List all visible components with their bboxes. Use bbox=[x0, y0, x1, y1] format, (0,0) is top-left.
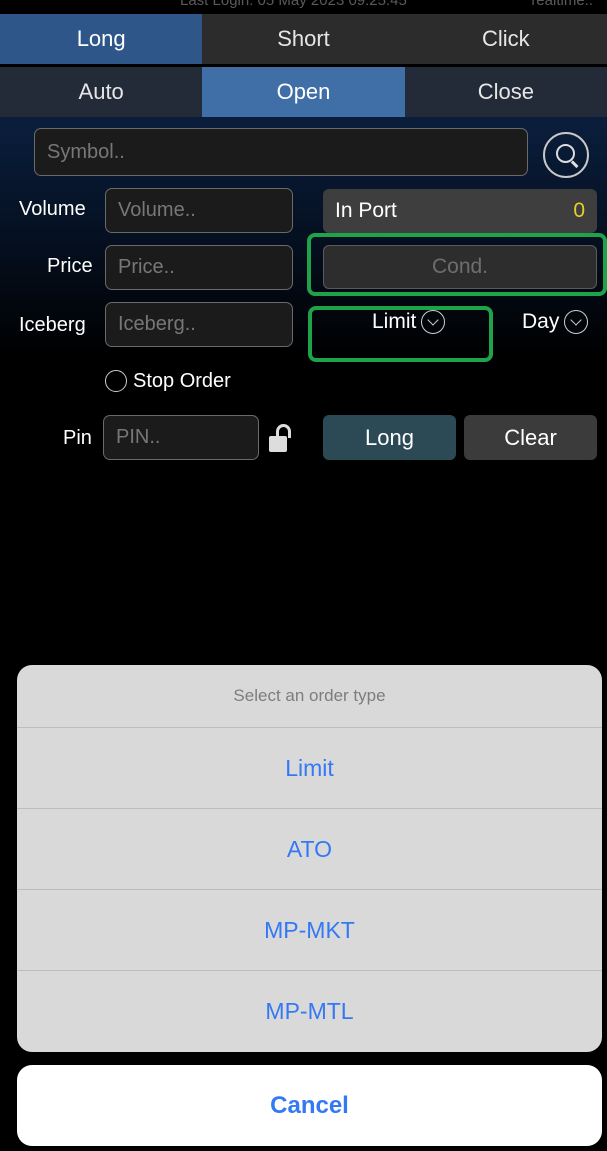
stop-order-label: Stop Order bbox=[133, 370, 231, 392]
tab-open[interactable]: Open bbox=[202, 67, 405, 117]
iceberg-input[interactable]: Iceberg.. bbox=[105, 302, 293, 347]
side-tab-bar: Long Short Click bbox=[0, 14, 607, 64]
tab-auto[interactable]: Auto bbox=[0, 67, 203, 117]
in-port-label: In Port bbox=[335, 199, 397, 222]
search-icon[interactable] bbox=[543, 132, 589, 178]
in-port-value: 0 bbox=[573, 199, 585, 222]
cancel-button[interactable]: Cancel bbox=[17, 1065, 602, 1146]
tab-short[interactable]: Short bbox=[202, 14, 405, 64]
last-login-text: Last Login: 05 May 2023 09:25:45 bbox=[180, 0, 407, 9]
mode-tab-bar: Auto Open Close bbox=[0, 67, 607, 117]
pin-label: Pin bbox=[63, 427, 92, 449]
option-mp-mkt[interactable]: MP-MKT bbox=[17, 890, 602, 971]
iceberg-label: Iceberg bbox=[19, 314, 86, 336]
tab-long[interactable]: Long bbox=[0, 14, 203, 64]
stop-order-radio[interactable] bbox=[105, 370, 127, 392]
status-strip: Last Login: 05 May 2023 09:25:45 realtim… bbox=[0, 0, 607, 14]
chevron-down-icon bbox=[564, 310, 589, 334]
validity-value: Day bbox=[522, 310, 560, 333]
unlock-icon[interactable] bbox=[269, 423, 295, 455]
tab-close[interactable]: Close bbox=[404, 67, 607, 117]
in-port-display: In Port 0 bbox=[323, 189, 597, 233]
option-mp-mtl[interactable]: MP-MTL bbox=[17, 971, 602, 1052]
option-limit[interactable]: Limit bbox=[17, 728, 602, 809]
long-submit-button[interactable]: Long bbox=[323, 415, 456, 460]
price-input[interactable]: Price.. bbox=[105, 245, 293, 290]
price-label: Price bbox=[47, 255, 93, 277]
symbol-input[interactable]: Symbol.. bbox=[34, 128, 528, 176]
tab-click[interactable]: Click bbox=[404, 14, 607, 64]
cond-highlight-box bbox=[307, 233, 607, 296]
clear-button[interactable]: Clear bbox=[464, 415, 597, 460]
volume-label: Volume bbox=[19, 198, 86, 220]
order-type-action-sheet: Select an order type Limit ATO MP-MKT MP… bbox=[17, 665, 602, 1052]
volume-input[interactable]: Volume.. bbox=[105, 188, 293, 233]
pin-input[interactable]: PIN.. bbox=[103, 415, 259, 460]
validity-dropdown[interactable]: Day bbox=[522, 310, 589, 334]
order-type-highlight-box bbox=[308, 306, 493, 362]
option-ato[interactable]: ATO bbox=[17, 809, 602, 890]
action-sheet-title: Select an order type bbox=[17, 665, 602, 728]
connection-mode-text: realtime.. bbox=[531, 0, 593, 9]
